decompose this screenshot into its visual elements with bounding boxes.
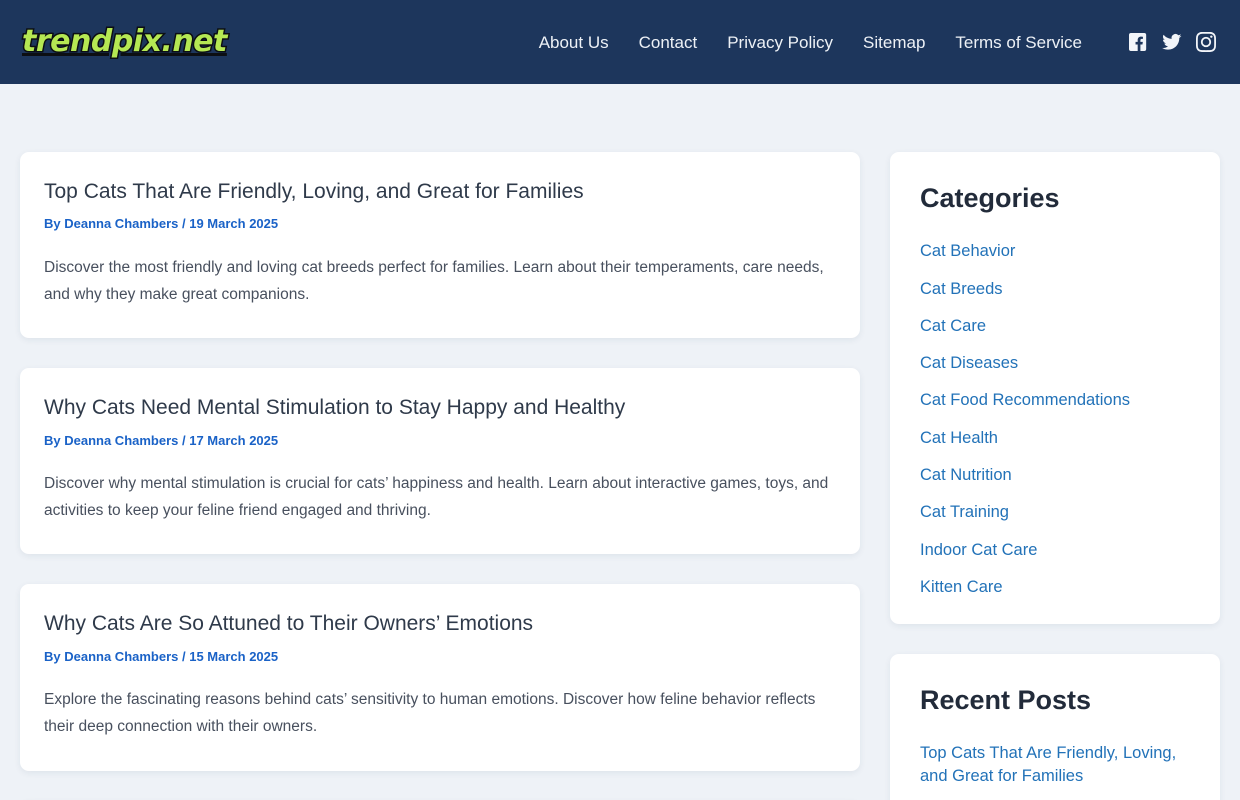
list-item: Kitten Care	[920, 576, 1190, 598]
nav-item-sitemap[interactable]: Sitemap	[863, 34, 925, 51]
category-link-cat-training[interactable]: Cat Training	[920, 501, 1009, 523]
article-card[interactable]: Why Cats Need Mental Stimulation to Stay…	[20, 368, 860, 555]
category-link-cat-breeds[interactable]: Cat Breeds	[920, 278, 1003, 300]
list-item: Cat Health	[920, 427, 1190, 449]
article-excerpt: Discover the most friendly and loving ca…	[44, 258, 824, 303]
list-item: Cat Breeds	[920, 278, 1190, 300]
article-excerpt: Explore the fascinating reasons behind c…	[44, 691, 816, 735]
sidebar: Categories Cat Behavior Cat Breeds Cat C…	[890, 152, 1220, 800]
article-excerpt: Discover why mental stimulation is cruci…	[44, 475, 829, 519]
site-header: trendpix.net About Us Contact Privacy Po…	[0, 0, 1240, 84]
list-item: Cat Training	[920, 501, 1190, 523]
instagram-link[interactable]	[1196, 32, 1216, 52]
category-link-cat-health[interactable]: Cat Health	[920, 427, 998, 449]
list-item: Indoor Cat Care	[920, 539, 1190, 561]
list-item: Top Cats That Are Friendly, Loving, and …	[920, 742, 1190, 788]
facebook-icon	[1129, 33, 1147, 52]
nav-item-privacy-policy[interactable]: Privacy Policy	[727, 34, 833, 51]
category-link-cat-nutrition[interactable]: Cat Nutrition	[920, 464, 1012, 486]
social-links	[1128, 32, 1216, 52]
list-item: Cat Food Recommendations	[920, 389, 1190, 411]
nav-item-contact[interactable]: Contact	[639, 34, 698, 51]
article-byline: By Deanna Chambers / 19 March 2025	[44, 216, 279, 232]
article-title[interactable]: Why Cats Are So Attuned to Their Owners’…	[44, 610, 836, 637]
article-title[interactable]: Why Cats Need Mental Stimulation to Stay…	[44, 394, 836, 421]
categories-widget-title: Categories	[920, 183, 1060, 213]
article-list: Top Cats That Are Friendly, Loving, and …	[20, 152, 860, 800]
list-item: Cat Nutrition	[920, 464, 1190, 486]
site-logo[interactable]: trendpix.net	[21, 23, 229, 61]
article-byline: By Deanna Chambers / 17 March 2025	[44, 432, 279, 448]
twitter-icon	[1162, 33, 1182, 50]
list-item: Cat Diseases	[920, 352, 1190, 374]
categories-list: Cat Behavior Cat Breeds Cat Care Cat Dis…	[920, 240, 1190, 598]
category-link-kitten-care[interactable]: Kitten Care	[920, 576, 1003, 598]
category-link-indoor-cat-care[interactable]: Indoor Cat Care	[920, 539, 1037, 561]
categories-widget: Categories Cat Behavior Cat Breeds Cat C…	[890, 152, 1220, 625]
instagram-icon	[1196, 32, 1216, 52]
article-byline: By Deanna Chambers / 15 March 2025	[44, 648, 279, 664]
nav-item-about-us[interactable]: About Us	[539, 34, 609, 51]
list-item: Cat Care	[920, 315, 1190, 337]
category-link-cat-behavior[interactable]: Cat Behavior	[920, 240, 1015, 262]
nav-item-terms-of-service[interactable]: Terms of Service	[955, 34, 1082, 51]
article-title[interactable]: Top Cats That Are Friendly, Loving, and …	[44, 178, 836, 205]
category-link-cat-care[interactable]: Cat Care	[920, 315, 986, 337]
recent-posts-widget: Recent Posts Top Cats That Are Friendly,…	[890, 654, 1220, 800]
twitter-link[interactable]	[1162, 32, 1182, 52]
category-link-cat-diseases[interactable]: Cat Diseases	[920, 352, 1018, 374]
recent-posts-widget-title: Recent Posts	[920, 685, 1092, 716]
page-content-wrapper: Top Cats That Are Friendly, Loving, and …	[0, 84, 1240, 800]
facebook-link[interactable]	[1128, 32, 1148, 52]
main-navigation: About Us Contact Privacy Policy Sitemap …	[539, 34, 1082, 51]
article-card[interactable]: Top Cats That Are Friendly, Loving, and …	[20, 152, 860, 339]
recent-posts-list: Top Cats That Are Friendly, Loving, and …	[920, 742, 1190, 788]
list-item: Cat Behavior	[920, 240, 1190, 262]
category-link-cat-food-recommendations[interactable]: Cat Food Recommendations	[920, 389, 1130, 411]
recent-post-link[interactable]: Top Cats That Are Friendly, Loving, and …	[920, 742, 1190, 788]
article-card[interactable]: Why Cats Are So Attuned to Their Owners’…	[20, 584, 860, 771]
